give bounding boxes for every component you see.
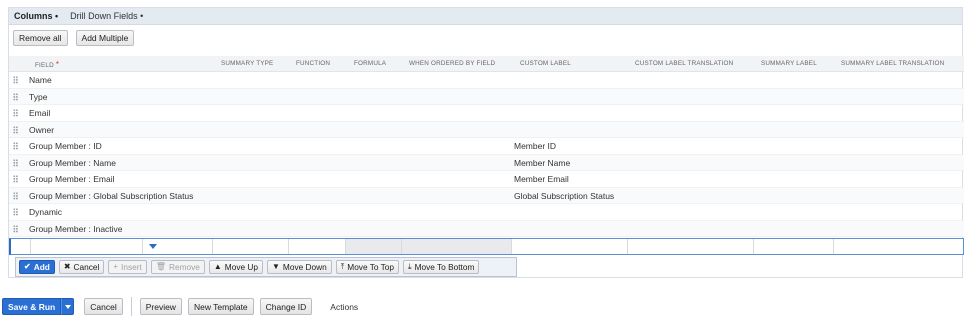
table-row[interactable]: Email [9,105,964,122]
edit-cell-custom-label-translation[interactable] [628,239,754,254]
add-row-button[interactable]: ✔ Add [19,260,55,274]
edit-cell-summary-label[interactable] [754,239,834,254]
move-down-button[interactable]: ▼ Move Down [267,260,332,274]
drag-handle-icon[interactable] [13,109,18,117]
insert-row-button[interactable]: + Insert [108,260,147,274]
arrow-down-icon: ▼ [272,262,280,271]
columns-panel: Columns • Drill Down Fields • Remove all… [8,7,964,278]
header-field: FIELD * [35,60,60,69]
footer-divider [130,297,132,316]
table-row[interactable]: Owner [9,121,964,138]
header-when-ordered-by-field: WHEN ORDERED BY FIELD [409,60,496,67]
header-summary-label: SUMMARY LABEL [761,60,817,67]
table-row[interactable]: Group Member : Name Member Name [9,154,964,171]
plus-icon: + [113,262,119,271]
edit-cell-summary-type[interactable] [143,239,213,254]
save-run-dropdown-chevron-down-icon[interactable] [61,298,75,315]
table-row[interactable]: Group Member : Email Member Email [9,171,964,188]
drag-handle-icon[interactable] [13,208,18,216]
edit-cell-handle [11,239,31,254]
change-id-button[interactable]: Change ID [259,298,313,315]
columns-toolbar: Remove all Add Multiple [13,30,135,46]
actions-menu[interactable]: Actions [330,302,358,312]
table-row[interactable]: Group Member : Inactive [9,220,964,237]
header-summary-label-translation: SUMMARY LABEL TRANSLATION [841,60,945,67]
preview-button[interactable]: Preview [139,298,182,315]
grid-header: FIELD * SUMMARY TYPE FUNCTION FORMULA WH… [9,56,964,72]
grid-rows: Name Type Email Owner Group Member : ID Membe… [9,72,964,237]
field-cell: Group Member : Global Subscription Statu… [29,190,194,201]
required-marker: * [55,60,60,69]
trash-icon: 🗑 [155,262,166,271]
move-up-button[interactable]: ▲ Move Up [208,260,263,274]
remove-all-button[interactable]: Remove all [13,30,68,46]
header-formula: FORMULA [354,60,387,67]
drag-handle-icon[interactable] [13,158,18,167]
drag-handle-icon[interactable] [13,175,18,183]
move-to-top-icon: ⤒ [340,262,345,271]
table-row[interactable]: Group Member : ID Member ID [9,138,964,155]
field-cell: Group Member : ID [29,141,102,151]
close-icon: ✖ [63,262,71,271]
edit-cell-function[interactable] [289,239,346,254]
drag-handle-icon[interactable] [13,125,18,134]
field-cell: Type [29,91,48,102]
edit-cell-custom-label[interactable] [512,239,628,254]
drag-handle-icon[interactable] [13,142,18,150]
tab-columns[interactable]: Columns • [14,11,58,21]
save-run-button[interactable]: Save & Run [2,298,62,315]
table-row[interactable]: Name [9,72,964,89]
subtab-bar: Columns • Drill Down Fields • [9,8,962,25]
field-select[interactable] [31,239,157,254]
field-cell: Group Member : Email [29,174,115,184]
custom-label-cell: Member ID [514,141,557,151]
field-cell: Name [29,75,52,85]
check-icon: ✔ [24,262,31,271]
drag-handle-icon[interactable] [13,76,18,84]
tab-drill-down-fields[interactable]: Drill Down Fields • [70,11,143,21]
custom-label-cell: Member Email [514,174,569,184]
drag-handle-icon[interactable] [13,224,18,233]
arrow-up-icon: ▲ [213,262,222,271]
move-to-top-button[interactable]: ⤒ Move To Top [335,260,400,274]
field-cell: Dynamic [29,207,63,217]
edit-cell-summary-label-translation[interactable] [834,239,963,254]
table-row[interactable]: Dynamic [9,204,964,221]
add-multiple-button[interactable]: Add Multiple [75,30,135,46]
new-column-edit-row [9,238,964,255]
header-custom-label: CUSTOM LABEL [520,60,571,67]
field-cell: Owner [29,124,55,135]
page-footer: Save & Run Cancel Preview New Template C… [2,297,358,316]
row-action-bar: ✔ Add ✖ Cancel + Insert 🗑 Remove ▲ Move … [15,257,517,277]
cancel-button[interactable]: Cancel [84,298,123,315]
cancel-row-button[interactable]: ✖ Cancel [58,260,105,274]
field-cell: Group Member : Inactive [29,223,123,234]
header-function: FUNCTION [296,60,331,67]
header-custom-label-translation: CUSTOM LABEL TRANSLATION [635,60,734,67]
field-cell: Group Member : Name [29,157,116,168]
custom-label-cell: Global Subscription Status [514,190,615,201]
move-to-bottom-button[interactable]: ⤓ Move To Bottom [403,260,480,274]
table-row[interactable]: Group Member : Global Subscription Statu… [9,187,964,204]
edit-cell-when-ordered-by-field [402,239,512,254]
field-cell: Email [29,108,51,118]
table-row[interactable]: Type [9,88,964,105]
header-summary-type: SUMMARY TYPE [221,60,274,67]
edit-cell-formula [346,239,402,254]
edit-cell-spacer [213,239,289,254]
new-template-button[interactable]: New Template [187,298,254,315]
drag-handle-icon[interactable] [13,92,18,101]
move-to-bottom-icon: ⤓ [408,262,412,271]
custom-label-cell: Member Name [514,157,571,168]
columns-grid: FIELD * SUMMARY TYPE FUNCTION FORMULA WH… [9,56,964,237]
remove-row-button[interactable]: 🗑 Remove [150,260,205,274]
save-run-split-button: Save & Run [2,298,75,315]
drag-handle-icon[interactable] [13,191,18,200]
